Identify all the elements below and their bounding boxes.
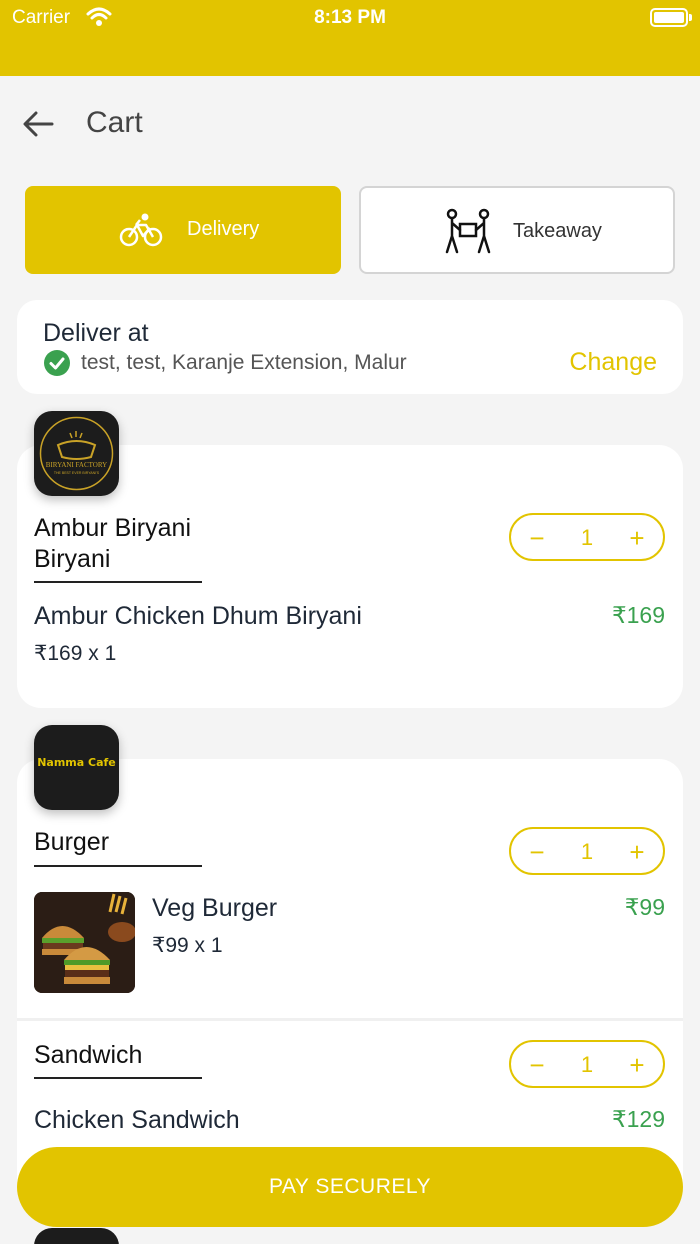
- two-people-carrying-box-icon: [445, 208, 491, 254]
- quantity-stepper[interactable]: − 1 +: [509, 513, 665, 561]
- restaurant-logo: Namma Cafe: [34, 725, 119, 810]
- page-title: Cart: [86, 106, 143, 139]
- restaurant-logo: [34, 1228, 119, 1244]
- battery-icon: [650, 8, 692, 27]
- item-image: [34, 892, 135, 993]
- item-name: Ambur Chicken Dhum Biryani: [34, 602, 362, 630]
- takeaway-button[interactable]: Takeaway: [359, 186, 675, 274]
- item-name: Chicken Sandwich: [34, 1106, 240, 1134]
- arrow-left-icon[interactable]: [20, 106, 56, 142]
- address-text: test, test, Karanje Extension, Malur: [81, 351, 407, 374]
- item-total-price: ₹129: [611, 1106, 665, 1132]
- clock: 8:13 PM: [314, 7, 386, 28]
- quantity-stepper[interactable]: − 1 +: [509, 1040, 665, 1088]
- increase-button[interactable]: +: [619, 834, 655, 870]
- item-unit-price: ₹99 x 1: [152, 934, 223, 957]
- status-bar: Carrier 8:13 PM: [0, 0, 700, 76]
- bicycle-icon: [119, 213, 163, 247]
- namma-cafe-logo-text: Namma Cafe: [37, 756, 116, 769]
- increase-button[interactable]: +: [619, 520, 655, 556]
- item-unit-price: ₹169 x 1: [34, 642, 117, 665]
- header: Cart: [0, 96, 700, 152]
- takeaway-label: Takeaway: [513, 220, 602, 242]
- item-total-price: ₹99: [624, 894, 665, 920]
- check-circle-icon: [44, 350, 70, 376]
- divider: [17, 1018, 683, 1021]
- restaurant-card: Burger − 1 + Veg Burger ₹99 x 1 ₹99 Sand…: [17, 759, 683, 1209]
- category-name: Sandwich: [34, 1041, 143, 1069]
- pay-securely-button[interactable]: PAY SECURELY: [17, 1147, 683, 1227]
- deliver-at-label: Deliver at: [43, 319, 149, 347]
- restaurant-logo: BIRYANI FACTORY THE BEST EVER BIRYANI'S: [34, 411, 119, 496]
- item-name: Veg Burger: [152, 894, 278, 922]
- category-underline: [34, 1077, 202, 1079]
- svg-text:BIRYANI FACTORY: BIRYANI FACTORY: [46, 461, 107, 469]
- biryani-factory-logo: BIRYANI FACTORY THE BEST EVER BIRYANI'S: [39, 416, 114, 491]
- category-name: Burger: [34, 828, 110, 856]
- change-address-button[interactable]: Change: [569, 348, 657, 377]
- category-name: Ambur Biryani Biryani: [34, 513, 191, 575]
- burger-photo: [34, 892, 135, 993]
- item-total-price: ₹169: [611, 602, 665, 628]
- delivery-address-card: Deliver at test, test, Karanje Extension…: [17, 300, 683, 394]
- increase-button[interactable]: +: [619, 1047, 655, 1083]
- category-name-line2: Biryani: [34, 545, 111, 573]
- category-underline: [34, 865, 202, 867]
- quantity-stepper[interactable]: − 1 +: [509, 827, 665, 875]
- delivery-button[interactable]: Delivery: [25, 186, 341, 274]
- category-name-line1: Ambur Biryani: [34, 514, 191, 542]
- delivery-label: Delivery: [187, 218, 260, 240]
- category-underline: [34, 581, 202, 583]
- svg-text:THE BEST EVER BIRYANI'S: THE BEST EVER BIRYANI'S: [54, 471, 100, 475]
